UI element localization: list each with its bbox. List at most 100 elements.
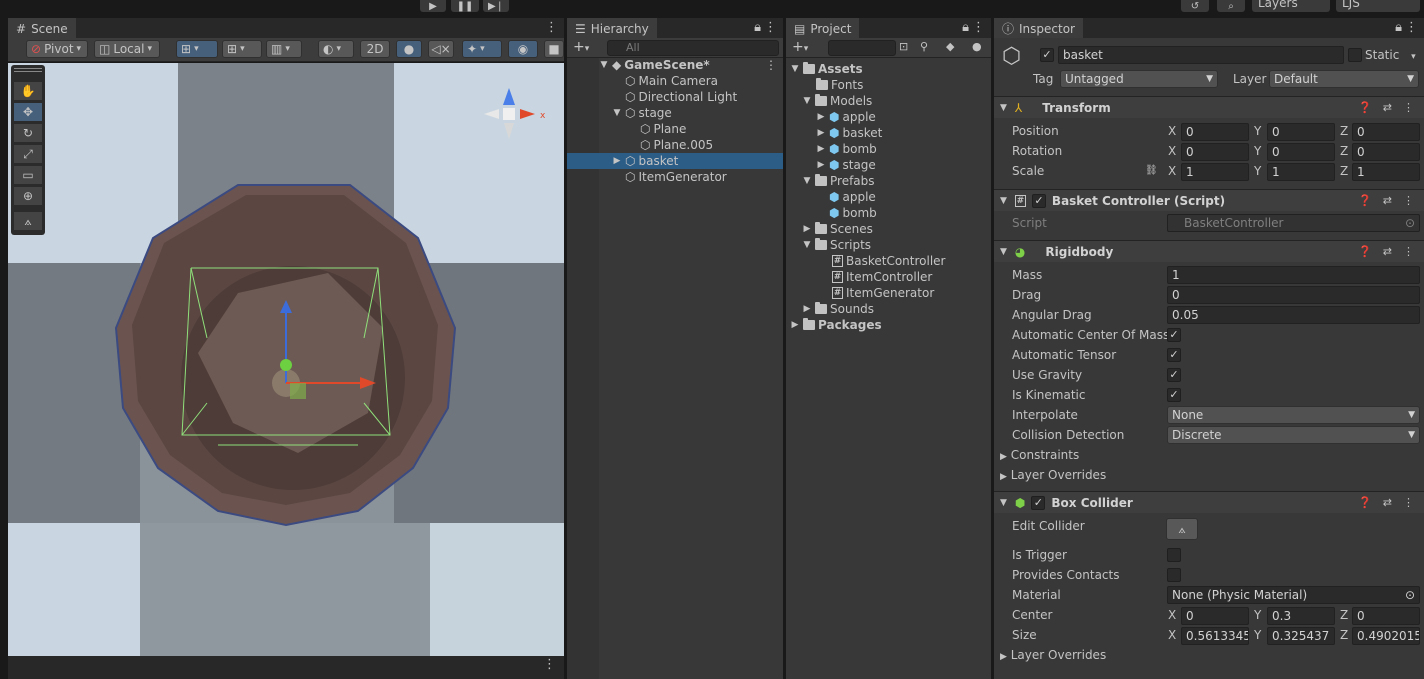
- box-collider-header[interactable]: ▼ ⬢ ✓ Box Collider ❓ ⇄ ⋮: [994, 491, 1424, 513]
- project-item-bomb-model[interactable]: ▶ ⬢ bomb: [816, 141, 877, 157]
- expand-arrow-icon[interactable]: ▶: [1000, 652, 1007, 662]
- orient-center-cube[interactable]: [503, 108, 515, 120]
- hierarchy-item-plane-005[interactable]: ⬡ Plane.005: [640, 137, 713, 153]
- hierarchy-item-plane[interactable]: ⬡ Plane: [640, 121, 686, 137]
- project-item-itemcontroller[interactable]: # ItemController: [832, 269, 932, 285]
- auto-tensor-checkbox[interactable]: ✓: [1167, 348, 1181, 362]
- layer-dropdown[interactable]: Default ▼: [1269, 70, 1419, 88]
- move-tool[interactable]: ✥: [14, 103, 42, 121]
- project-search-input[interactable]: [828, 40, 896, 56]
- effects-dropdown[interactable]: ✦ ▾: [462, 40, 502, 58]
- transform-tool[interactable]: ⊕: [14, 187, 42, 205]
- history-button[interactable]: ↺: [1181, 0, 1209, 12]
- gizmo-plane-handle[interactable]: [290, 383, 306, 399]
- static-checkbox[interactable]: [1348, 48, 1362, 62]
- camera-dropdown[interactable]: ■: [544, 40, 564, 58]
- size-z-input[interactable]: 0.4902015: [1352, 627, 1420, 645]
- search-by-type-icon[interactable]: ⊡: [899, 40, 908, 53]
- hidden-objects-toggle[interactable]: ◉: [508, 40, 538, 58]
- label-icon[interactable]: ◆: [946, 40, 954, 53]
- collapse-arrow-icon[interactable]: ▶: [612, 153, 622, 169]
- project-item-basketcontroller[interactable]: # BasketController: [832, 253, 945, 269]
- center-x-input[interactable]: 0: [1181, 607, 1249, 625]
- tag-dropdown[interactable]: Untagged ▼: [1060, 70, 1218, 88]
- help-icon[interactable]: ❓: [1358, 101, 1372, 114]
- component-menu-icon[interactable]: ⋮: [1403, 101, 1414, 114]
- pivot-dropdown[interactable]: ⊘ Pivot ▾: [26, 40, 88, 58]
- drag-input[interactable]: 0: [1167, 286, 1420, 304]
- hierarchy-item-stage[interactable]: ▼ ⬡ stage: [612, 105, 672, 121]
- add-button[interactable]: +▾: [573, 39, 589, 55]
- scene-menu-icon[interactable]: ⋮: [545, 21, 558, 35]
- project-item-packages[interactable]: ▶ Packages: [790, 317, 882, 333]
- project-item-assets[interactable]: ▼ Assets: [790, 61, 863, 77]
- expand-arrow-icon[interactable]: ▼: [1000, 196, 1007, 206]
- expand-arrow-icon[interactable]: ▶: [1000, 472, 1007, 482]
- auto-com-checkbox[interactable]: ✓: [1167, 328, 1181, 342]
- expand-arrow-icon[interactable]: ▼: [1000, 247, 1007, 257]
- component-menu-icon[interactable]: ⋮: [1403, 245, 1414, 258]
- palette-grip[interactable]: [14, 68, 42, 72]
- project-item-fonts[interactable]: Fonts: [816, 77, 863, 93]
- project-item-prefabs[interactable]: ▼ Prefabs: [802, 173, 875, 189]
- audio-toggle[interactable]: ◁×: [428, 40, 454, 58]
- rotate-tool[interactable]: ↻: [14, 124, 42, 142]
- rotation-y-input[interactable]: 0: [1267, 143, 1335, 161]
- snap-increment-dropdown[interactable]: ⊞ ▾: [222, 40, 262, 58]
- is-kinematic-checkbox[interactable]: ✓: [1167, 388, 1181, 402]
- tab-scene[interactable]: # Scene: [8, 18, 76, 38]
- object-name-input[interactable]: basket: [1058, 46, 1344, 64]
- draw-mode-dropdown[interactable]: ◐ ▾: [318, 40, 354, 58]
- mass-input[interactable]: 1: [1167, 266, 1420, 284]
- position-x-input[interactable]: 0: [1181, 123, 1249, 141]
- collision-detection-dropdown[interactable]: Discrete ▼: [1167, 426, 1420, 444]
- expand-arrow-icon[interactable]: ▼: [1000, 498, 1007, 508]
- inspector-menu-icon[interactable]: ⋮: [1405, 21, 1418, 35]
- hierarchy-item-basket[interactable]: ▶ ⬡ basket: [567, 153, 783, 169]
- hidden-packages-icon[interactable]: ●: [972, 40, 982, 53]
- scene-render[interactable]: x: [8, 63, 564, 656]
- hierarchy-menu-icon[interactable]: ⋮: [764, 21, 777, 35]
- hierarchy-item-itemgenerator[interactable]: ⬡ ItemGenerator: [625, 169, 727, 185]
- preset-icon[interactable]: ⇄: [1383, 496, 1392, 509]
- component-menu-icon[interactable]: ⋮: [1403, 496, 1414, 509]
- scene-menu-icon[interactable]: ⋮: [765, 57, 783, 73]
- lighting-toggle[interactable]: ●: [396, 40, 422, 58]
- tab-inspector[interactable]: ⓘ Inspector: [994, 18, 1083, 38]
- rect-tool[interactable]: ▭: [14, 166, 42, 184]
- search-button[interactable]: ⌕: [1217, 0, 1245, 12]
- project-item-itemgenerator[interactable]: # ItemGenerator: [832, 285, 934, 301]
- constrain-proportions-icon[interactable]: ⛓: [1145, 165, 1158, 176]
- rigidbody-layer-overrides-foldout[interactable]: ▶ Layer Overrides: [1000, 465, 1106, 485]
- hierarchy-item-main-camera[interactable]: ⬡ Main Camera: [625, 73, 718, 89]
- tab-project[interactable]: ▤ Project: [786, 18, 860, 38]
- scale-x-input[interactable]: 1: [1181, 163, 1249, 181]
- rotation-x-input[interactable]: 0: [1181, 143, 1249, 161]
- grid-visibility-dropdown[interactable]: ▥ ▾: [266, 40, 302, 58]
- is-trigger-checkbox[interactable]: [1167, 548, 1181, 562]
- edit-collider-button[interactable]: ⟑: [1166, 518, 1198, 540]
- angular-drag-input[interactable]: 0.05: [1167, 306, 1420, 324]
- play-button[interactable]: ▶: [420, 0, 446, 12]
- account-dropdown[interactable]: LJS: [1336, 0, 1420, 12]
- project-item-apple-model[interactable]: ▶ ⬢ apple: [816, 109, 876, 125]
- position-z-input[interactable]: 0: [1352, 123, 1420, 141]
- preset-icon[interactable]: ⇄: [1383, 194, 1392, 207]
- preset-icon[interactable]: ⇄: [1383, 101, 1392, 114]
- custom-tool[interactable]: ⟑: [14, 212, 42, 230]
- help-icon[interactable]: ❓: [1358, 245, 1372, 258]
- use-gravity-checkbox[interactable]: ✓: [1167, 368, 1181, 382]
- create-button[interactable]: +▾: [792, 39, 808, 55]
- layers-dropdown[interactable]: Layers: [1252, 0, 1330, 12]
- local-dropdown[interactable]: ◫ Local ▾: [94, 40, 160, 58]
- component-enabled-checkbox[interactable]: ✓: [1031, 495, 1046, 510]
- size-y-input[interactable]: 0.325437: [1267, 627, 1335, 645]
- grid-snap-toggle[interactable]: ⊞ ▾: [176, 40, 218, 58]
- object-picker-icon[interactable]: ⊙: [1405, 587, 1415, 603]
- rotation-z-input[interactable]: 0: [1352, 143, 1420, 161]
- lock-icon[interactable]: 🔒︎: [754, 21, 761, 35]
- transform-header[interactable]: ▼ ⅄ Transform ❓ ⇄ ⋮: [994, 96, 1424, 118]
- project-item-sounds[interactable]: ▶ Sounds: [802, 301, 874, 317]
- scale-tool[interactable]: ⤢: [14, 145, 42, 163]
- project-item-bomb-prefab[interactable]: ⬢ bomb: [829, 205, 877, 221]
